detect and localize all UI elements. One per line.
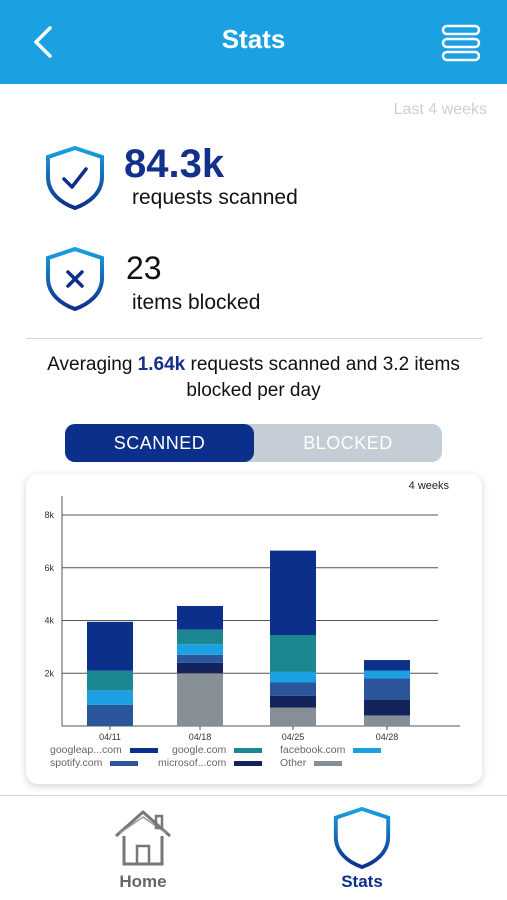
bar-segment — [364, 660, 410, 671]
bar-segment — [87, 690, 133, 705]
toggle-blocked[interactable]: BLOCKED — [254, 424, 442, 462]
bar-segment — [364, 715, 410, 726]
bar-segment — [364, 670, 410, 679]
period-label: Last 4 weeks — [393, 101, 487, 118]
y-tick-label: 2k — [44, 668, 54, 678]
chart-period-label: 4 weeks — [409, 480, 450, 492]
y-tick-label: 6k — [44, 563, 54, 573]
tab-stats-label: Stats — [341, 872, 383, 891]
hamburger-menu-icon[interactable] — [441, 24, 481, 62]
summary-prefix: Averaging — [47, 354, 138, 375]
summary-suffix: requests scanned and 3.2 items blocked p… — [185, 354, 460, 401]
bar-segment — [177, 644, 223, 655]
scanned-count: 84.3k — [124, 142, 225, 186]
legend-label: facebook.com — [280, 744, 346, 756]
page-title: Stats — [221, 24, 286, 54]
legend-item: Other — [280, 757, 343, 769]
legend-item: spotify.com — [50, 757, 139, 769]
legend-label: google.com — [172, 744, 227, 756]
bar-segment — [364, 678, 410, 700]
blocked-label: items blocked — [132, 291, 261, 314]
divider — [26, 338, 482, 339]
bar-segment — [364, 699, 410, 716]
scanned-label: requests scanned — [132, 186, 298, 209]
shield-check-icon — [46, 145, 104, 211]
x-tick-label: 04/25 — [282, 732, 305, 742]
toggle-scanned[interactable]: SCANNED — [65, 424, 254, 462]
x-tick-label: 04/28 — [376, 732, 399, 742]
legend-label: Other — [280, 757, 307, 769]
bar-segment — [177, 629, 223, 645]
bar-segment — [270, 695, 316, 708]
tab-home[interactable]: Home — [88, 804, 198, 896]
bar-segment — [87, 670, 133, 691]
bar-segment — [87, 704, 133, 726]
legend-swatch — [110, 760, 139, 766]
chart-card: 4 weeks 2k 4k 6k 8k 04/11 04/18 04/25 04/28 goog… — [26, 474, 482, 784]
bar-segment — [177, 654, 223, 663]
average-summary: Averaging 1.64k requests scanned and 3.2… — [20, 352, 487, 404]
bar-segment — [87, 621, 133, 671]
y-tick-label: 4k — [44, 616, 54, 626]
bar-segment — [270, 671, 316, 683]
y-tick-label: 8k — [44, 510, 54, 520]
shield-icon — [333, 806, 391, 870]
legend-item: microsof...com — [158, 757, 263, 769]
x-tick-label: 04/18 — [189, 732, 212, 742]
legend-label: spotify.com — [50, 757, 103, 769]
stacked-bar-chart: 4 weeks 2k 4k 6k 8k 04/11 04/18 04/25 04/28 — [44, 480, 460, 742]
legend-swatch — [234, 760, 263, 766]
legend-item: googleap...com — [50, 744, 158, 756]
bar-segment — [177, 605, 223, 630]
bar-segment — [270, 635, 316, 672]
bar-segment — [177, 662, 223, 674]
summary-highlight: 1.64k — [137, 354, 186, 375]
bar-segment — [177, 673, 223, 726]
tab-bar-divider — [0, 795, 507, 796]
tab-home-label: Home — [119, 872, 167, 891]
bar-segment — [270, 550, 316, 636]
legend-label: microsof...com — [158, 757, 227, 769]
legend-item: google.com — [172, 744, 263, 756]
shield-x-icon — [46, 246, 104, 312]
legend-swatch — [314, 760, 343, 766]
scanned-blocked-toggle: SCANNED BLOCKED — [65, 424, 442, 462]
bar-segment — [270, 682, 316, 696]
home-icon — [115, 810, 171, 866]
legend-item: facebook.com — [280, 744, 382, 756]
app-header: Stats — [0, 0, 507, 84]
legend-label: googleap...com — [50, 744, 122, 756]
x-tick-label: 04/11 — [99, 732, 121, 742]
tab-stats[interactable]: Stats — [307, 804, 417, 896]
bar-segment — [270, 707, 316, 726]
legend-swatch — [234, 747, 263, 753]
legend-swatch — [353, 747, 382, 753]
legend-swatch — [129, 747, 158, 753]
blocked-count: 23 — [126, 250, 162, 286]
